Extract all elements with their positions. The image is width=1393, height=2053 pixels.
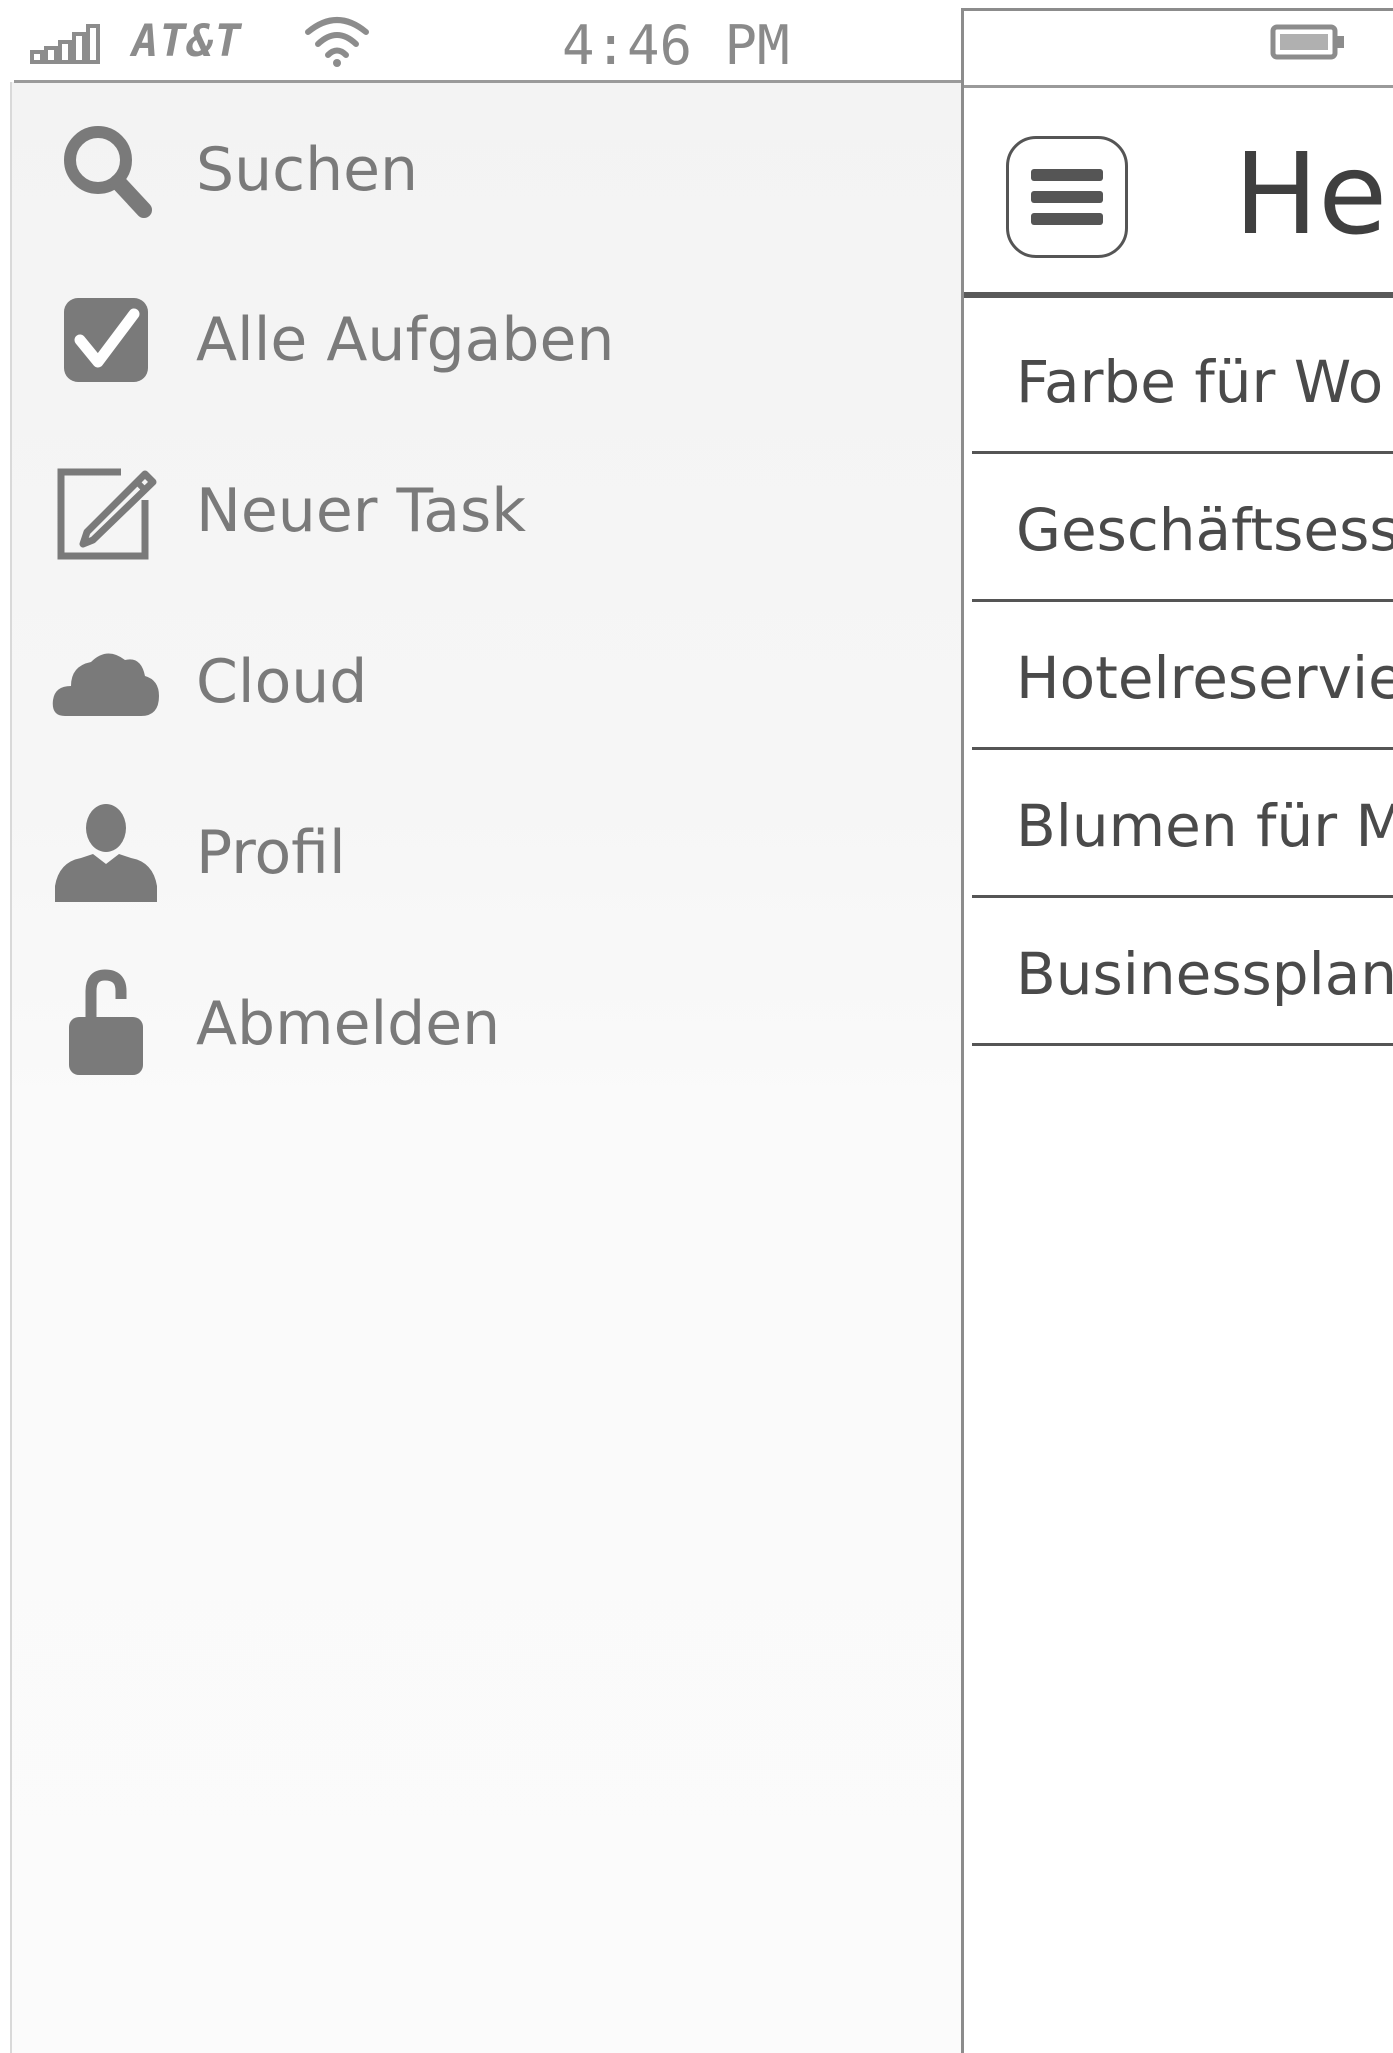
wifi-icon — [305, 17, 369, 67]
menu-item-search[interactable]: Suchen — [46, 110, 926, 230]
menu-item-label: Alle Aufgaben — [196, 305, 615, 375]
menu-button[interactable] — [1006, 136, 1128, 258]
task-title: Geschäftsess — [1016, 496, 1393, 564]
task-row[interactable]: Hotelreservie — [972, 602, 1393, 750]
main-panel: Heu Farbe für Wo Geschäftsess Hotelreser… — [961, 8, 1393, 2053]
search-icon — [46, 110, 166, 230]
hamburger-menu-icon — [1031, 169, 1103, 225]
menu-item-label: Abmelden — [196, 989, 501, 1059]
page-title: Heu — [1234, 130, 1393, 260]
menu-item-label: Profil — [196, 818, 346, 888]
menu-item-label: Cloud — [196, 647, 368, 717]
menu-item-profile[interactable]: Profil — [46, 793, 926, 913]
task-title: Businessplan- — [1016, 940, 1393, 1008]
status-time: 4:46 PM — [562, 14, 790, 77]
task-row[interactable]: Blumen für M — [972, 750, 1393, 898]
task-row[interactable]: Businessplan- — [972, 898, 1393, 1046]
menu-item-label: Suchen — [196, 135, 419, 205]
task-title: Hotelreservie — [1016, 644, 1393, 712]
signal-bars-icon — [30, 24, 100, 64]
cloud-icon — [46, 622, 166, 742]
menu-item-all-tasks[interactable]: Alle Aufgaben — [46, 280, 926, 400]
menu-item-label: Neuer Task — [196, 476, 526, 546]
checkbox-checked-icon — [46, 280, 166, 400]
unlock-icon — [46, 964, 166, 1084]
edit-icon — [46, 451, 166, 571]
navigation-bar: Heu — [964, 88, 1393, 298]
task-row[interactable]: Farbe für Wo — [972, 306, 1393, 454]
menu-item-logout[interactable]: Abmelden — [46, 964, 926, 1084]
task-list: Farbe für Wo Geschäftsess Hotelreservie … — [972, 306, 1393, 1046]
battery-icon — [1270, 24, 1344, 60]
user-icon — [46, 793, 166, 913]
task-title: Farbe für Wo — [1016, 348, 1384, 416]
menu-item-new-task[interactable]: Neuer Task — [46, 451, 926, 571]
carrier-label: AT&T — [132, 16, 242, 67]
task-title: Blumen für M — [1016, 792, 1393, 860]
menu-item-cloud[interactable]: Cloud — [46, 622, 926, 742]
panel-top-border — [964, 8, 1393, 11]
task-row[interactable]: Geschäftsess — [972, 454, 1393, 602]
